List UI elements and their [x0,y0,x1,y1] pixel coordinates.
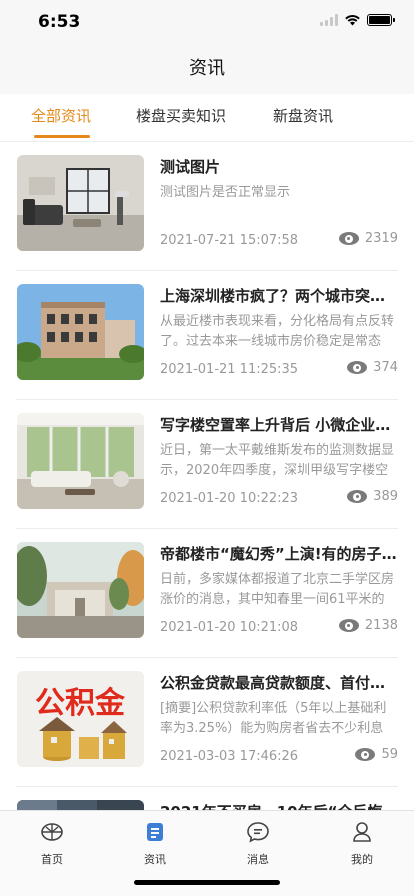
status-time: 6:53 [38,12,81,32]
view-count: 2138 [364,618,398,633]
article-title: 上海深圳楼市疯了？两个城市突发楼市新政 [160,287,398,305]
tab-label: 楼盘买卖知识 [136,107,227,125]
tab-label: 新盘资讯 [273,107,334,125]
home-icon [41,823,63,841]
view-count: 59 [381,747,398,762]
eye-icon [347,490,368,503]
article-list[interactable]: 测试图片 测试图片是否正常显示 2021-07-21 15:07:58 2319 [0,142,414,810]
article-views: 2138 [338,618,398,633]
article-summary: 日前，多家媒体都报道了北京二手学区房涨价的消息，其中知春里一间61平米的房子 [160,572,395,607]
article-views: 2319 [338,231,398,246]
home-indicator [134,880,280,885]
article-title: 测试图片 [160,158,221,176]
navigation-bar: 资讯 [0,44,414,94]
article-item[interactable]: 上海深圳楼市疯了？两个城市突发楼市新政 从最近楼市表现来看，分化格局有点反转了。… [16,271,398,400]
cellular-signal-icon [320,14,338,26]
status-icons [320,14,395,26]
tab-property-knowledge[interactable]: 楼盘买卖知识 [136,94,226,142]
article-thumbnail [17,284,144,380]
view-count: 389 [373,489,398,504]
tabbar-profile[interactable]: 我的 [327,819,397,867]
eye-icon [347,361,368,374]
active-tab-indicator [34,135,90,138]
article-date: 2021-03-03 17:46:26 [160,749,299,764]
article-item[interactable]: 帝都楼市“魔幻秀”上演!有的房子一天涨百万 日前，多家媒体都报道了北京二手学区房… [16,529,398,658]
article-item[interactable]: 公积金 公积金贷款最高贷款额度、首付比例是多少 [摘要]公积贷款利率低（5年以上… [16,658,398,787]
article-title: 公积金贷款最高贷款额度、首付比例是多少 [160,674,398,692]
eye-icon [338,232,359,245]
article-title: 写字楼空置率上升背后 小微企业租不起 [160,416,398,434]
tabbar-news[interactable]: 资讯 [120,819,190,867]
view-count: 374 [373,360,398,375]
article-thumbnail [17,800,144,810]
wifi-icon [345,15,360,26]
article-summary: 从最近楼市表现来看，分化格局有点反转了。过去本来一线城市房价稳定是常态 [160,314,395,349]
article-thumbnail: 公积金 [17,671,144,767]
tabbar-label: 首页 [41,853,63,866]
article-views: 59 [355,747,398,762]
article-thumbnail [17,413,144,509]
article-summary: 近日，第一太平戴维斯发布的监测数据显示，2020年四季度，深圳甲级写字楼空置率 [160,443,395,478]
article-title: 帝都楼市“魔幻秀”上演!有的房子一天涨百万 [160,545,398,563]
article-item[interactable]: 写字楼空置率上升背后 小微企业租不起 近日，第一太平戴维斯发布的监测数据显示，2… [16,400,398,529]
message-icon [247,822,269,843]
article-date: 2021-01-21 11:25:35 [160,362,299,377]
article-summary: 测试图片是否正常显示 [160,185,291,200]
tab-label: 全部资讯 [31,107,92,125]
battery-icon [367,14,395,26]
category-tabs: 全部资讯 楼盘买卖知识 新盘资讯 [0,94,414,142]
article-thumbnail [17,155,144,251]
news-icon [147,823,163,841]
status-bar: 6:53 [0,0,414,44]
article-views: 374 [347,360,398,375]
article-views: 389 [347,489,398,504]
eye-icon [355,748,376,761]
tabbar-label: 资讯 [144,853,166,866]
article-date: 2021-01-20 10:22:23 [160,491,299,506]
tabbar-messages[interactable]: 消息 [223,819,293,867]
article-title: 2021年不买房，10年后“全反悔 [160,801,398,810]
article-date: 2021-07-21 15:07:58 [160,233,299,248]
tabbar-label: 我的 [351,853,373,866]
view-count: 2319 [364,231,398,246]
thumbnail-text: 公积金 [35,686,126,721]
article-thumbnail [17,542,144,638]
article-summary: [摘要]公积贷款利率低（5年以上基础利率为3.25%）能为购房者省去不少利息 [160,701,387,736]
tab-new-property-news[interactable]: 新盘资讯 [273,94,333,142]
profile-icon [353,822,371,842]
tabbar-home[interactable]: 首页 [17,819,87,867]
article-item[interactable]: 2021年不买房，10年后“全反悔 [16,787,398,810]
eye-icon [338,619,359,632]
tabbar-label: 消息 [247,853,269,866]
article-item[interactable]: 测试图片 测试图片是否正常显示 2021-07-21 15:07:58 2319 [16,142,398,271]
page-title: 资讯 [189,58,225,79]
article-date: 2021-01-20 10:21:08 [160,620,299,635]
